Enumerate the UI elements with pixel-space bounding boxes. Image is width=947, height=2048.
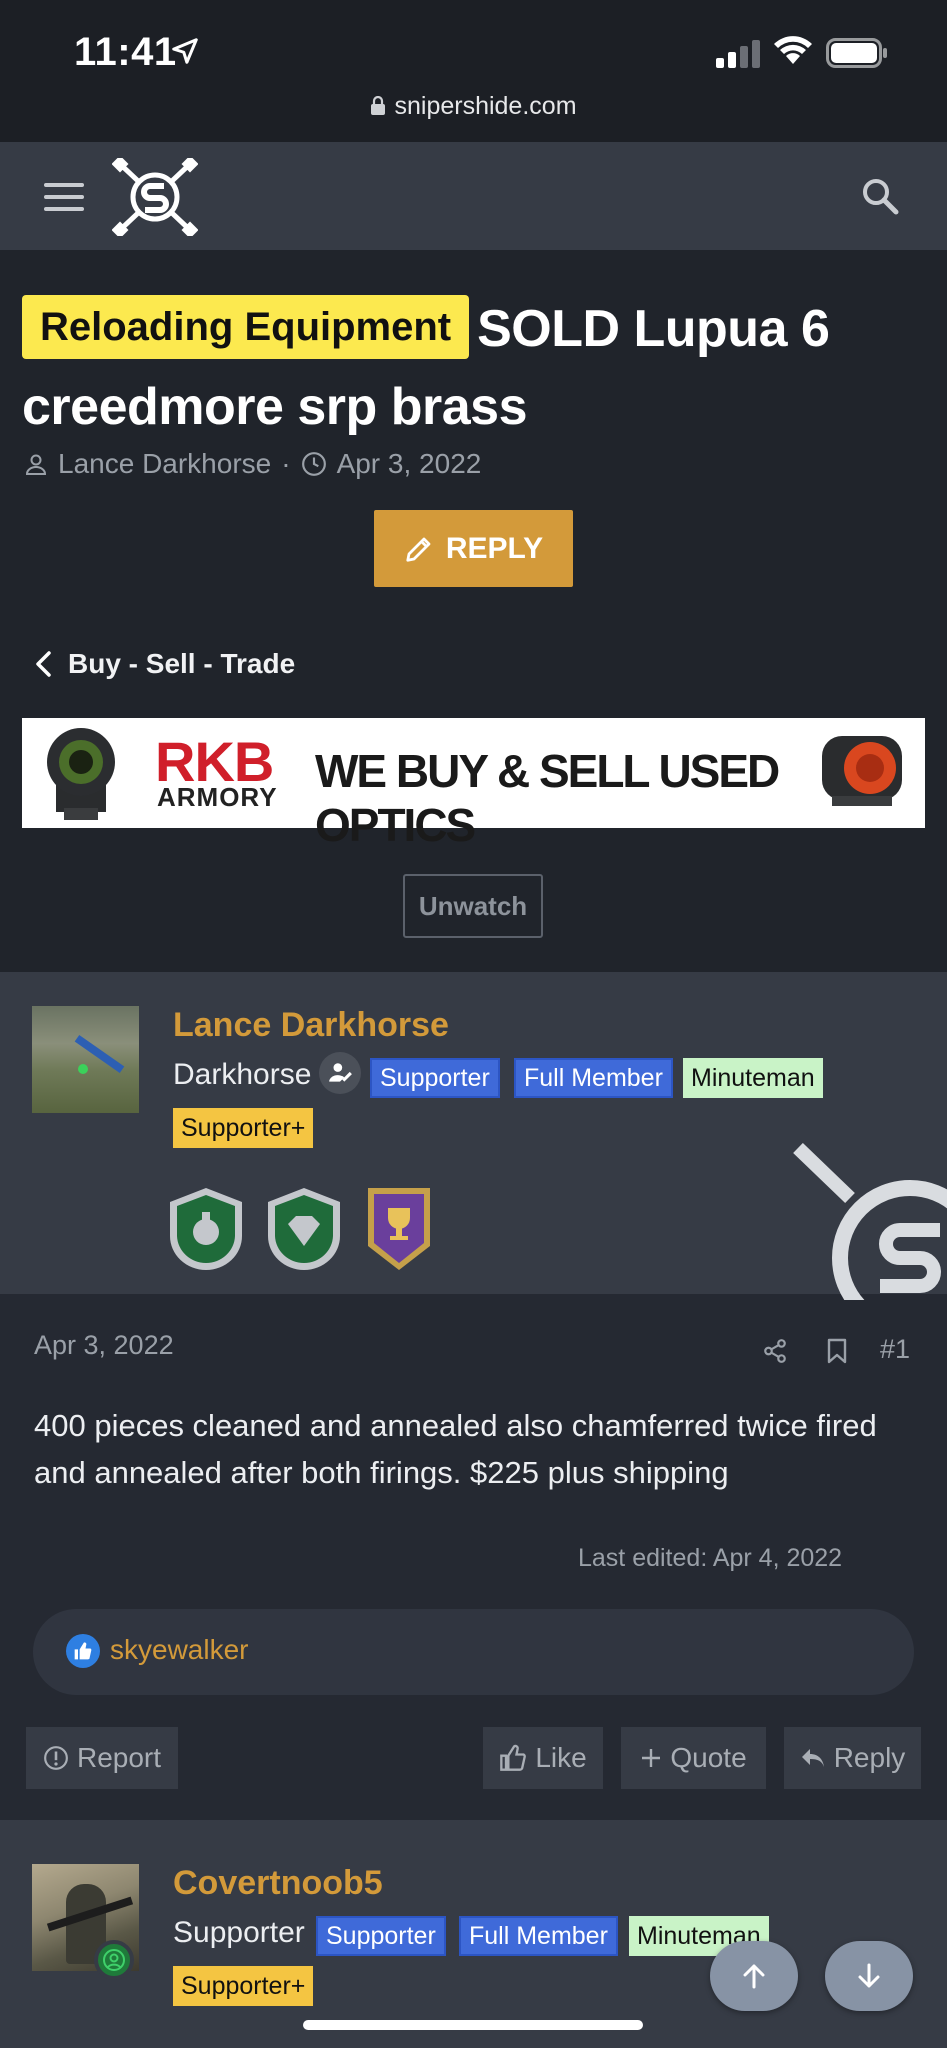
reply-arrow-icon [801, 1749, 824, 1767]
home-indicator[interactable] [303, 2020, 643, 2030]
red-dot-sight-image [822, 736, 902, 806]
post-divider [0, 1820, 947, 1830]
red-dot-sight-image [47, 728, 115, 820]
site-logo[interactable] [112, 158, 198, 236]
search-icon[interactable] [860, 176, 900, 216]
post-reply-button[interactable]: Reply [784, 1727, 921, 1789]
scroll-to-top-button[interactable] [710, 1941, 798, 2011]
post-body: 400 pieces cleaned and annealed also cha… [34, 1408, 877, 1490]
hamburger-menu-icon[interactable] [44, 183, 84, 213]
user-title: Darkhorse [173, 1058, 312, 1091]
reply-label: Reply [833, 1742, 906, 1773]
arrow-down-icon [858, 1963, 880, 1988]
post-author-name[interactable]: Lance Darkhorse [173, 1006, 449, 1045]
last-edited: Last edited: Apr 4, 2022 [578, 1544, 843, 1572]
thread-prefix-badge[interactable]: Reloading Equipment [22, 295, 470, 359]
trophy-cup-icon[interactable] [364, 1186, 434, 1272]
user-title: Supporter [173, 1916, 305, 1949]
thread-meta: Lance Darkhorse · Apr 3, 2022 [24, 448, 481, 480]
user-badge: Minuteman [683, 1058, 823, 1098]
pencil-icon [406, 537, 431, 562]
breadcrumb-label: Buy - Sell - Trade [68, 648, 296, 679]
url-text: snipershide.com [394, 92, 577, 120]
user-banner-icon [319, 1052, 361, 1094]
reply-button-label: REPLY [445, 531, 544, 565]
user-badge: Supporter [316, 1916, 446, 1956]
post-number[interactable]: #1 [880, 1334, 910, 1365]
reaction-user[interactable]: skyewalker [110, 1634, 248, 1666]
quote-label: Quote [670, 1742, 747, 1773]
thread-date[interactable]: Apr 3, 2022 [337, 448, 482, 480]
like-label: Like [535, 1742, 587, 1773]
user-badge: Supporter [370, 1058, 500, 1098]
meta-separator: · [281, 448, 291, 479]
user-badge: Full Member [514, 1058, 673, 1098]
location-arrow-icon [172, 38, 198, 64]
reply-button[interactable]: REPLY [374, 510, 573, 587]
post-author-name[interactable]: Covertnoob5 [173, 1864, 383, 1903]
status-time: 11:41 [74, 30, 177, 74]
avatar[interactable] [32, 1006, 139, 1113]
breadcrumb[interactable]: Buy - Sell - Trade [34, 648, 295, 680]
site-watermark-icon [793, 1142, 947, 1300]
diamond-trophy-icon[interactable] [264, 1186, 344, 1272]
report-button[interactable]: Report [26, 1727, 178, 1789]
like-reaction-icon [66, 1634, 100, 1668]
clock-icon [301, 452, 326, 476]
thread-author[interactable]: Lance Darkhorse [58, 448, 271, 480]
thread-title: Reloading Equipment SOLD Lupua 6 creedmor… [22, 290, 922, 446]
share-icon[interactable] [762, 1338, 788, 1364]
report-label: Report [76, 1742, 162, 1773]
user-badge: Supporter+ [173, 1108, 314, 1148]
user-badge: Supporter+ [173, 1966, 314, 2006]
chevron-left-icon [36, 651, 51, 677]
address-bar[interactable]: snipershide.com [0, 92, 947, 121]
thumbs-up-icon [500, 1744, 527, 1771]
lock-icon [371, 96, 386, 115]
arrow-up-icon [743, 1964, 765, 1989]
wifi-icon [774, 36, 812, 64]
alert-circle-icon [44, 1746, 68, 1770]
cellular-signal-icon [716, 40, 760, 68]
user-icon [25, 454, 47, 475]
unwatch-button[interactable]: Unwatch [403, 874, 543, 938]
grenade-trophy-icon[interactable] [166, 1186, 246, 1272]
battery-icon [826, 38, 887, 68]
online-status-icon [94, 1940, 134, 1980]
armory-logo-text: ARMORY [157, 782, 278, 812]
user-badge: Full Member [459, 1916, 618, 1956]
quote-button[interactable]: Quote [621, 1727, 766, 1789]
scroll-to-bottom-button[interactable] [825, 1941, 913, 2011]
post-date[interactable]: Apr 3, 2022 [34, 1330, 174, 1361]
like-button[interactable]: Like [483, 1727, 603, 1789]
bookmark-icon[interactable] [826, 1338, 848, 1364]
plus-icon [642, 1749, 661, 1767]
